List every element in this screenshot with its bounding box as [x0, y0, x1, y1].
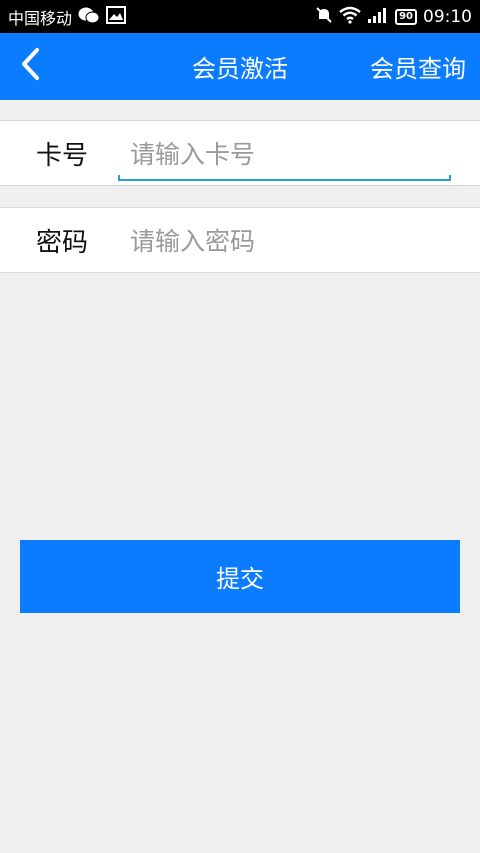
member-query-button[interactable]: 会员查询: [370, 33, 466, 100]
chevron-left-icon: [19, 47, 41, 85]
clock: 09:10: [423, 6, 472, 27]
top-app-bar: 会员激活 会员查询: [0, 33, 480, 100]
gallery-icon: [106, 5, 127, 28]
input-focus-underline: [118, 175, 451, 181]
card-number-row: 卡号 请输入卡号: [0, 120, 480, 186]
card-number-label: 卡号: [36, 140, 89, 171]
password-label: 密码: [36, 227, 89, 258]
back-button[interactable]: [10, 45, 50, 87]
status-right: 90 09:10: [315, 6, 480, 28]
status-left: 中国移动: [0, 5, 127, 29]
mute-icon: [315, 6, 333, 28]
battery-indicator: 90: [395, 8, 417, 25]
password-row: 密码 请输入密码: [0, 207, 480, 273]
signal-icon: [367, 6, 389, 28]
status-bar: 中国移动 90 09:10: [0, 0, 480, 33]
carrier-name: 中国移动: [8, 8, 73, 28]
password-input[interactable]: 请输入密码: [130, 208, 450, 272]
submit-button[interactable]: 提交: [20, 540, 460, 613]
wechat-icon: [78, 6, 100, 28]
wifi-icon: [339, 6, 361, 28]
